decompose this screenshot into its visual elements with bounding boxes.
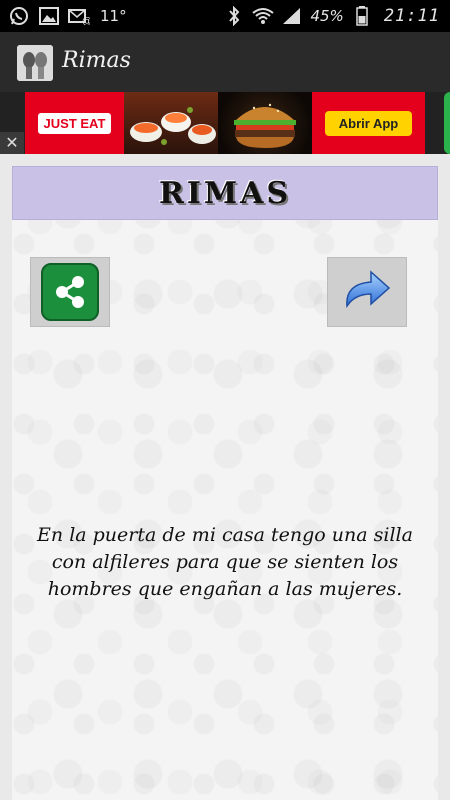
title-banner: RIMAS xyxy=(12,166,438,220)
rhyme-text: En la puerta de mi casa tengo una silla … xyxy=(37,524,413,600)
ad-side-tab[interactable] xyxy=(444,92,450,154)
mail-notification-icon: @ xyxy=(68,5,90,27)
whatsapp-icon xyxy=(8,5,30,27)
ad-content[interactable]: JUST EAT Abrir App xyxy=(25,92,425,154)
app-icon[interactable] xyxy=(17,45,53,81)
signal-icon xyxy=(281,5,303,27)
temperature-text: 11° xyxy=(100,7,127,25)
ad-close-icon[interactable]: ✕ xyxy=(0,132,24,154)
wifi-icon xyxy=(252,5,275,27)
share-icon xyxy=(41,263,99,321)
gallery-icon xyxy=(38,5,60,27)
banner-title: RIMAS xyxy=(158,175,292,211)
battery-icon xyxy=(351,5,373,27)
next-rhyme-button[interactable] xyxy=(327,257,407,327)
battery-percent-text: 45% xyxy=(310,7,344,25)
ad-brand-logo: JUST EAT xyxy=(37,112,112,134)
ad-burger-image xyxy=(218,92,312,154)
ad-brand-panel[interactable]: JUST EAT xyxy=(25,92,124,154)
redo-arrow-icon xyxy=(341,268,393,316)
app-title: Rimas xyxy=(62,48,131,73)
action-bar: Rimas xyxy=(0,32,450,92)
rhyme-card: RIMAS En la puerta de mi casa tengo una … xyxy=(12,166,438,800)
clock-text: 21:11 xyxy=(383,6,440,26)
ad-banner[interactable]: JUST EAT Abrir App ✕ xyxy=(0,92,450,154)
status-bar: @ 11° 45% 21:11 xyxy=(0,0,450,32)
bluetooth-icon xyxy=(223,5,245,27)
svg-text:@: @ xyxy=(82,16,90,25)
ad-cta-panel[interactable]: Abrir App xyxy=(312,92,425,154)
main-content: RIMAS En la puerta de mi casa tengo una … xyxy=(0,154,450,800)
share-button[interactable] xyxy=(30,257,110,327)
ad-sushi-image xyxy=(124,92,218,154)
ad-open-app-button[interactable]: Abrir App xyxy=(324,110,413,136)
